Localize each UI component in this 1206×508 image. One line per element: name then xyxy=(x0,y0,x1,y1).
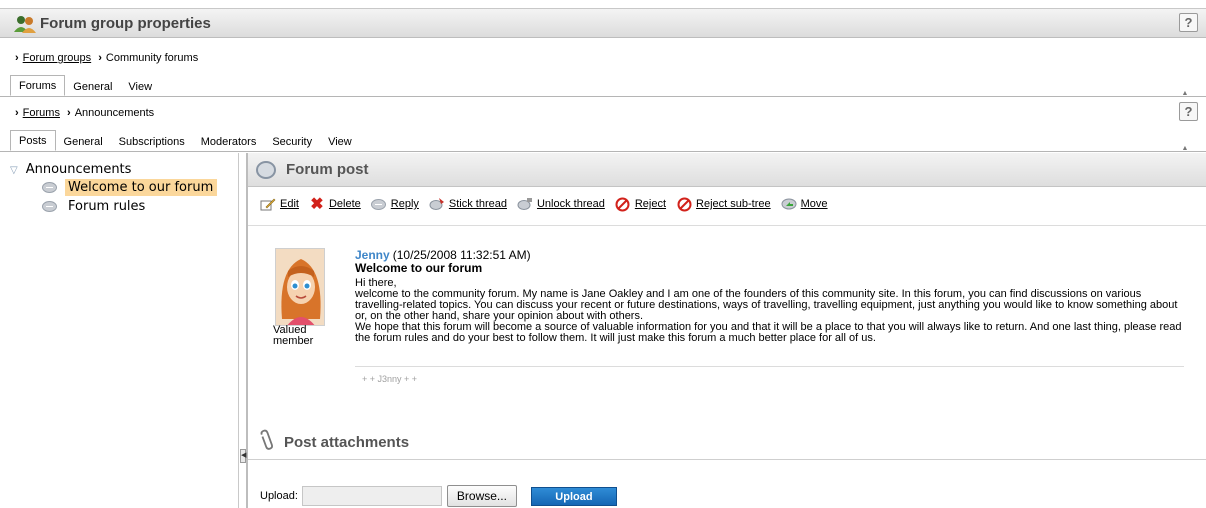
tree-item-label: Forum rules xyxy=(68,198,146,214)
divider xyxy=(0,96,1206,97)
unlock-thread-button[interactable]: Unlock thread xyxy=(517,197,605,211)
panel-splitter[interactable]: ◀ xyxy=(238,153,248,508)
reply-button[interactable]: Reply xyxy=(371,197,419,211)
post-attachments-header: Post attachments xyxy=(248,426,1206,460)
reject-subtree-button[interactable]: Reject sub-tree xyxy=(676,197,771,211)
forum-post-icon xyxy=(256,160,276,179)
move-icon xyxy=(781,197,797,211)
window-title-bar: Forum group properties ? xyxy=(0,8,1206,38)
breadcrumb-forum: › Forums › Announcements xyxy=(11,107,154,119)
stick-thread-icon xyxy=(429,197,445,211)
help-button-forum[interactable]: ? xyxy=(1179,102,1198,121)
post-subject: Welcome to our forum xyxy=(355,261,483,275)
forum-post-header: Forum post xyxy=(248,153,1206,187)
move-button[interactable]: Move xyxy=(781,197,828,211)
edit-button[interactable]: Edit xyxy=(260,197,299,211)
tab-general[interactable]: General xyxy=(65,77,120,96)
post-tree: ▽ Announcements Welcome to our forum Foru… xyxy=(0,153,238,508)
tab-view[interactable]: View xyxy=(320,132,360,151)
stick-thread-label[interactable]: Stick thread xyxy=(449,198,507,210)
tree-item-forum-rules[interactable]: Forum rules xyxy=(42,197,149,215)
tab-posts[interactable]: Posts xyxy=(10,130,56,151)
tree-root-announcements[interactable]: ▽ Announcements xyxy=(10,162,131,177)
chevron-right-icon: › xyxy=(67,107,71,119)
breadcrumb-current: Community forums xyxy=(105,52,199,64)
edit-label[interactable]: Edit xyxy=(280,198,299,210)
reject-icon xyxy=(615,197,631,211)
chevron-right-icon: › xyxy=(98,52,102,64)
unlock-thread-label[interactable]: Unlock thread xyxy=(537,198,605,210)
section-title: Post attachments xyxy=(284,434,410,451)
upload-label: Upload: xyxy=(260,490,298,502)
edit-icon xyxy=(260,197,276,211)
tab-security[interactable]: Security xyxy=(264,132,320,151)
tree-root-label: Announcements xyxy=(25,162,132,177)
forum-post-body: Jenny (10/25/2008 11:32:51 AM) Welcome t… xyxy=(355,248,1185,344)
author-badge: Valued member xyxy=(273,324,314,347)
delete-button[interactable]: ✖ Delete xyxy=(309,196,361,213)
tree-item-label: Welcome to our forum xyxy=(65,178,218,196)
reject-label[interactable]: Reject xyxy=(635,198,666,210)
breadcrumb-current: Announcements xyxy=(74,107,155,119)
breadcrumb-link-forums[interactable]: Forums xyxy=(23,107,60,119)
upload-file-field[interactable] xyxy=(301,486,442,506)
collapse-up-icon[interactable]: ▲ xyxy=(1174,90,1196,97)
post-toolbar: Edit ✖ Delete Reply Stick thread Unlock t… xyxy=(260,196,838,213)
post-paragraph: We hope that this forum will become a so… xyxy=(355,321,1182,344)
tab-bar-forum: Posts General Subscriptions Moderators S… xyxy=(10,130,360,151)
tab-general[interactable]: General xyxy=(56,132,111,151)
forum-post-icon xyxy=(42,200,57,212)
tab-subscriptions[interactable]: Subscriptions xyxy=(111,132,193,151)
users-group-icon xyxy=(14,16,36,33)
signature-divider xyxy=(355,366,1184,367)
reject-button[interactable]: Reject xyxy=(615,197,666,211)
tab-bar-group: Forums General View xyxy=(10,75,160,96)
divider xyxy=(248,225,1206,226)
forum-post-icon xyxy=(42,181,57,193)
post-date: (10/25/2008 11:32:51 AM) xyxy=(392,248,531,262)
delete-x-icon: ✖ xyxy=(310,196,324,213)
chevron-right-icon: › xyxy=(15,107,19,119)
author-avatar xyxy=(275,248,325,326)
tab-moderators[interactable]: Moderators xyxy=(193,132,265,151)
collapse-up-icon[interactable]: ▲ xyxy=(1174,145,1196,152)
tab-forums[interactable]: Forums xyxy=(10,75,66,96)
reply-label[interactable]: Reply xyxy=(391,198,419,210)
move-label[interactable]: Move xyxy=(801,198,828,210)
reply-bubble-icon xyxy=(371,197,387,211)
reject-icon xyxy=(676,197,692,211)
reject-subtree-label[interactable]: Reject sub-tree xyxy=(696,198,771,210)
section-title: Forum post xyxy=(286,161,369,178)
upload-button[interactable]: Upload xyxy=(530,486,617,506)
delete-label[interactable]: Delete xyxy=(329,198,361,210)
breadcrumb: › Forum groups › Community forums xyxy=(11,52,198,64)
breadcrumb-link-forum-groups[interactable]: Forum groups xyxy=(23,52,91,64)
paperclip-icon xyxy=(258,427,279,457)
author-name[interactable]: Jenny xyxy=(355,248,390,262)
collapse-left-icon[interactable]: ◀ xyxy=(240,449,246,463)
stick-thread-button[interactable]: Stick thread xyxy=(429,197,507,211)
expanded-triangle-icon[interactable]: ▽ xyxy=(10,165,18,176)
unlock-thread-icon xyxy=(517,197,533,211)
browse-button[interactable]: Browse... xyxy=(446,485,517,507)
help-button[interactable]: ? xyxy=(1179,13,1198,32)
divider xyxy=(0,151,1206,152)
tab-view[interactable]: View xyxy=(120,77,160,96)
post-signature: + + J3nny + + xyxy=(362,374,418,384)
tree-item-welcome[interactable]: Welcome to our forum xyxy=(42,178,218,196)
post-paragraph: welcome to the community forum. My name … xyxy=(355,288,1178,322)
page-title: Forum group properties xyxy=(40,15,211,32)
content-panel: Forum post Edit ✖ Delete Reply Stick thre… xyxy=(248,153,1206,508)
chevron-right-icon: › xyxy=(15,52,19,64)
upload-row: Upload: Browse... Upload xyxy=(260,485,617,507)
